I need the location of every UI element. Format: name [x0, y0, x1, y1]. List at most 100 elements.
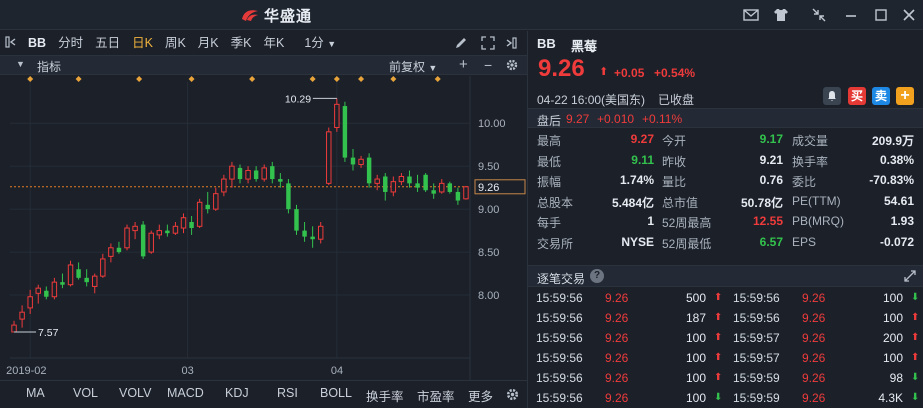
- tab-pe[interactable]: 市盈率: [417, 386, 455, 405]
- candle-body: [270, 166, 275, 180]
- chevron-down-icon[interactable]: ▼: [16, 59, 25, 69]
- trade-price: 9.26: [802, 311, 826, 325]
- indicator-label[interactable]: 指标: [37, 58, 61, 75]
- candle-body: [148, 232, 154, 253]
- help-icon[interactable]: ?: [590, 269, 604, 283]
- tab-period-0[interactable]: 分时: [52, 31, 89, 55]
- event-marker-icon: [136, 76, 143, 82]
- collapse-right-icon[interactable]: [504, 36, 518, 53]
- tab-period-2[interactable]: 日K: [126, 31, 159, 55]
- candle-body: [415, 183, 420, 188]
- stat-label: 交易所: [537, 236, 574, 251]
- quote-name: 黑莓: [571, 39, 598, 54]
- candle-body: [317, 225, 324, 240]
- candle-body: [455, 191, 461, 201]
- quote-panel: BB 黑莓 9.26 ⬆ +0.05 +0.54% 04-22 16:00(美国…: [528, 31, 923, 408]
- candle-body: [205, 204, 210, 210]
- trades-title: 逐笔交易: [537, 272, 586, 286]
- candle-body: [366, 157, 372, 184]
- current-price-label: 9.26: [478, 182, 499, 194]
- tab-vol[interactable]: VOL: [73, 386, 98, 400]
- trade-price: 9.26: [802, 331, 826, 345]
- shrink-icon[interactable]: [810, 6, 828, 24]
- stat-label: 总市值: [662, 195, 699, 210]
- app-logo: 华盛通: [240, 5, 312, 25]
- sell-button[interactable]: 卖: [872, 87, 890, 105]
- expand-icon[interactable]: [903, 269, 917, 286]
- event-marker-icon: [309, 76, 316, 82]
- candle-body: [326, 131, 332, 184]
- tab-period-3[interactable]: 周K: [159, 31, 192, 55]
- candle-body: [310, 236, 315, 240]
- app-name: 华盛通: [264, 7, 313, 25]
- candles: [11, 98, 469, 333]
- stats-grid: 最高 9.27 今开 9.17 成交量 209.9万 最低 9.11 昨收 9.21 换手率 0.38…: [528, 132, 923, 254]
- trade-row: 15:59:57 9.26 200 ⬆: [528, 328, 923, 348]
- plus-icon[interactable]: +: [459, 56, 468, 73]
- quote-change: +0.05: [614, 66, 645, 80]
- candle-body: [407, 176, 412, 184]
- candle-body: [358, 158, 364, 165]
- y-tick-label: 8.50: [478, 247, 499, 259]
- candle-body: [261, 167, 267, 180]
- candle-body: [439, 182, 445, 193]
- fullscreen-icon[interactable]: [481, 36, 495, 53]
- add-watch-button[interactable]: +: [896, 87, 914, 105]
- after-hours-label: 盘后: [537, 114, 562, 128]
- tab-more[interactable]: 更多: [468, 386, 493, 405]
- trade-time: 15:59:56: [733, 311, 780, 325]
- candle-body: [374, 178, 380, 184]
- arrow-down-icon: ⬇: [911, 392, 920, 403]
- collapse-left-icon[interactable]: [0, 35, 22, 52]
- stat-label: 昨收: [662, 154, 687, 169]
- trade-volume: 100: [882, 311, 903, 325]
- tab-macd[interactable]: MACD: [167, 386, 204, 400]
- tab-rsi[interactable]: RSI: [277, 386, 298, 400]
- tab-boll[interactable]: BOLL: [320, 386, 352, 400]
- tab-ma[interactable]: MA: [26, 386, 45, 400]
- minus-icon[interactable]: −: [484, 57, 492, 73]
- candle-body: [76, 269, 81, 278]
- candle-body: [237, 167, 243, 180]
- stat-value: 1: [647, 214, 654, 228]
- mail-icon[interactable]: [742, 6, 760, 24]
- candle-body: [44, 290, 49, 297]
- buy-button[interactable]: 买: [848, 87, 866, 105]
- tab-volv[interactable]: VOLV: [119, 386, 151, 400]
- candlestick-chart[interactable]: 10.00 9.50 9.00 8.50 8.00 2019-02 03 04 9.26 10.2…: [0, 76, 527, 380]
- stat-label: 今开: [662, 134, 687, 148]
- candle-body: [398, 175, 405, 183]
- stat-value: 5.484亿: [611, 195, 654, 210]
- candle-body: [278, 179, 283, 182]
- interval-select[interactable]: 1分 ▼: [298, 31, 342, 55]
- minimize-icon[interactable]: [842, 6, 860, 24]
- tab-period-1[interactable]: 五日: [89, 31, 126, 55]
- stat-value: 50.78亿: [740, 195, 783, 210]
- adjust-select[interactable]: 前复权 ▼: [389, 58, 437, 75]
- gear-icon[interactable]: [505, 387, 520, 405]
- interval-value: 1分: [304, 36, 324, 50]
- candle-body: [180, 217, 187, 229]
- candle-body: [51, 281, 58, 298]
- quote-change-pct: +0.54%: [654, 66, 696, 80]
- candle-body: [431, 190, 436, 194]
- tab-turnover[interactable]: 换手率: [366, 386, 404, 405]
- candle-body: [221, 178, 227, 193]
- maximize-icon[interactable]: [872, 6, 890, 24]
- trades-list: 15:59:56 9.26 500 ⬆ 15:59:56 9.26 187 ⬆ 15:59:56…: [528, 288, 923, 408]
- bell-icon[interactable]: [823, 87, 841, 105]
- skin-icon[interactable]: [772, 6, 790, 24]
- stat-label: 52周最高: [662, 216, 712, 230]
- event-marker-icon: [333, 76, 340, 82]
- trade-row: 15:59:57 9.26 100 ⬆: [528, 348, 923, 368]
- close-icon[interactable]: [900, 6, 918, 24]
- stat-label: 最低: [537, 154, 562, 169]
- tab-period-6[interactable]: 年K: [257, 31, 290, 55]
- tab-kdj[interactable]: KDJ: [225, 386, 249, 400]
- tab-period-5[interactable]: 季K: [225, 31, 258, 55]
- tab-period-4[interactable]: 月K: [192, 31, 225, 55]
- event-marker-icon: [188, 76, 195, 82]
- gear-icon[interactable]: [505, 58, 519, 75]
- stat-label: PE(TTM): [792, 193, 841, 208]
- pen-icon[interactable]: [454, 36, 468, 53]
